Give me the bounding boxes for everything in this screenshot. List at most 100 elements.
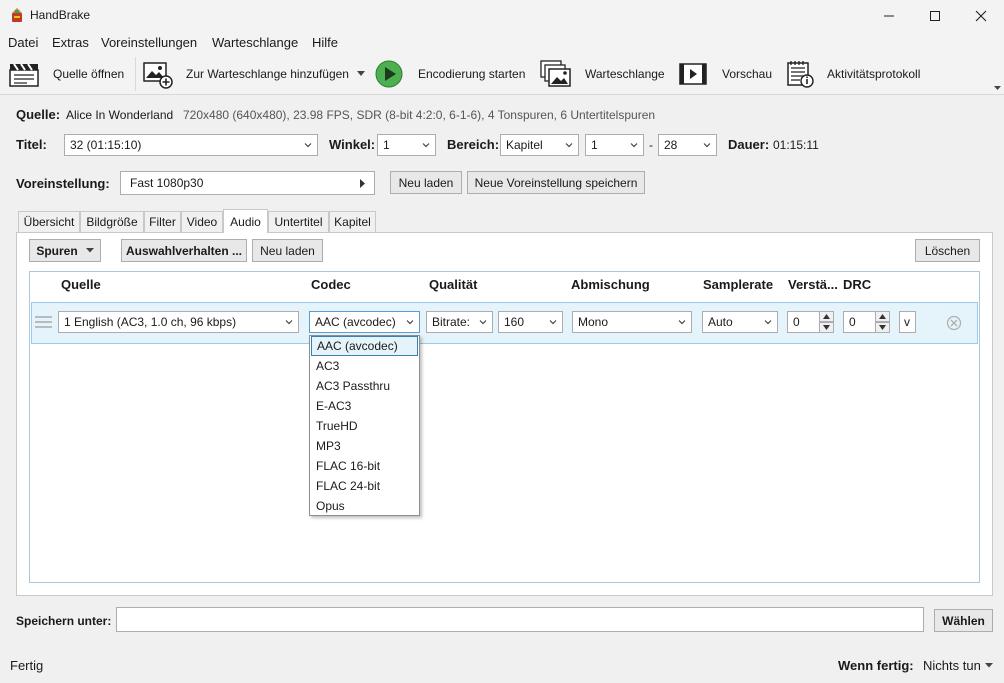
codec-option-flac-16[interactable]: FLAC 16-bit — [311, 456, 418, 476]
track-samplerate-select[interactable]: Auto — [702, 311, 778, 333]
stepper-down-button[interactable] — [819, 322, 834, 333]
audio-reload-button[interactable]: Neu laden — [252, 239, 323, 262]
preset-selector-value: Fast 1080p30 — [130, 176, 204, 190]
title-select[interactable]: 32 (01:15:10) — [64, 134, 318, 156]
save-new-preset-button[interactable]: Neue Voreinstellung speichern — [467, 171, 645, 194]
open-source-button[interactable]: Quelle öffnen — [53, 67, 124, 81]
track-drc-value: 0 — [849, 315, 856, 329]
codec-option-aac-avcodec[interactable]: AAC (avcodec) — [311, 336, 418, 356]
clapperboard-icon[interactable] — [9, 61, 39, 87]
stepper-down-button[interactable] — [875, 322, 890, 333]
add-to-queue-button[interactable]: Zur Warteschlange hinzufügen — [186, 67, 349, 81]
column-header-source: Quelle — [61, 277, 101, 292]
tab-kapitel[interactable]: Kapitel — [329, 211, 376, 232]
chevron-down-icon — [85, 248, 94, 253]
duration-label: Dauer: — [728, 137, 770, 152]
source-name: Alice In Wonderland — [66, 108, 174, 122]
codec-option-opus[interactable]: Opus — [311, 496, 418, 516]
maximize-button[interactable] — [912, 0, 958, 31]
track-more-toggle-label: v — [904, 315, 910, 329]
when-done-select[interactable]: Nichts tun — [923, 658, 993, 673]
menu-warteschlange[interactable]: Warteschlange — [212, 35, 298, 50]
range-start-select[interactable]: 1 — [585, 134, 644, 156]
angle-select-value: 1 — [383, 138, 390, 152]
minimize-button[interactable] — [866, 0, 912, 31]
play-icon[interactable] — [375, 60, 403, 88]
codec-option-e-ac3[interactable]: E-AC3 — [311, 396, 418, 416]
codec-option-ac3-passthru[interactable]: AC3 Passthru — [311, 376, 418, 396]
tab-untertitel[interactable]: Untertitel — [268, 211, 329, 232]
range-type-value: Kapitel — [506, 138, 543, 152]
save-path-input[interactable] — [116, 607, 924, 632]
source-label: Quelle: — [16, 107, 61, 122]
track-mixdown-select[interactable]: Mono — [572, 311, 692, 333]
menu-datei[interactable]: Datei — [8, 35, 38, 50]
chevron-down-icon — [678, 320, 686, 325]
tab-ubersicht[interactable]: Übersicht — [18, 211, 80, 232]
tab-video[interactable]: Video — [181, 211, 223, 232]
delete-tracks-button[interactable]: Löschen — [915, 239, 980, 262]
toolbar-separator — [135, 57, 136, 91]
track-source-select[interactable]: 1 English (AC3, 1.0 ch, 96 kbps) — [58, 311, 299, 333]
toolbar-overflow-icon[interactable] — [994, 86, 1001, 91]
preset-selector[interactable]: Fast 1080p30 — [120, 171, 375, 195]
selection-behavior-button[interactable]: Auswahlverhalten ... — [121, 239, 247, 262]
chevron-down-icon[interactable] — [357, 71, 365, 77]
codec-dropdown-list: AAC (avcodec) AC3 AC3 Passthru E-AC3 Tru… — [309, 335, 420, 516]
when-done-label: Wenn fertig: — [838, 658, 914, 673]
tab-bildgrosse[interactable]: Bildgröße — [80, 211, 144, 232]
angle-select[interactable]: 1 — [377, 134, 436, 156]
queue-button[interactable]: Warteschlange — [585, 67, 665, 81]
menu-voreinstellungen[interactable]: Voreinstellungen — [101, 35, 197, 50]
arrow-down-icon — [879, 325, 886, 330]
track-mixdown-value: Mono — [578, 315, 609, 329]
preview-button[interactable]: Vorschau — [722, 67, 772, 81]
add-to-queue-icon[interactable] — [143, 61, 173, 89]
window-title: HandBrake — [30, 8, 91, 22]
chevron-right-icon — [360, 179, 365, 188]
angle-label: Winkel: — [329, 137, 376, 152]
chevron-down-icon — [304, 143, 312, 148]
activity-log-button[interactable]: Aktivitätsprotokoll — [827, 67, 920, 81]
stepper-up-button[interactable] — [819, 311, 834, 322]
codec-option-flac-24[interactable]: FLAC 24-bit — [311, 476, 418, 496]
chevron-down-icon — [703, 143, 711, 148]
title-label: Titel: — [16, 137, 47, 152]
preview-icon[interactable] — [679, 61, 707, 87]
queue-icon[interactable] — [540, 60, 572, 88]
range-type-select[interactable]: Kapitel — [500, 134, 579, 156]
handbrake-logo-icon — [12, 8, 22, 22]
track-bitrate-select[interactable]: 160 — [498, 311, 563, 333]
remove-track-icon[interactable] — [946, 315, 962, 331]
range-end-select[interactable]: 28 — [658, 134, 717, 156]
title-select-value: 32 (01:15:10) — [70, 138, 142, 152]
chevron-down-icon — [285, 320, 293, 325]
chevron-down-icon — [422, 143, 430, 148]
tracks-button[interactable]: Spuren — [29, 239, 101, 262]
chevron-down-icon — [764, 320, 772, 325]
browse-button[interactable]: Wählen — [934, 609, 993, 632]
stepper-up-button[interactable] — [875, 311, 890, 322]
track-gain-stepper[interactable]: 0 — [787, 311, 834, 333]
track-codec-select[interactable]: AAC (avcodec) — [309, 311, 420, 333]
track-quality-mode-select[interactable]: Bitrate: — [426, 311, 493, 333]
chevron-down-icon — [984, 663, 993, 668]
track-more-toggle[interactable]: v — [899, 311, 916, 333]
range-end-value: 28 — [664, 138, 678, 152]
activity-log-icon[interactable] — [786, 60, 814, 88]
close-button[interactable] — [958, 0, 1004, 31]
codec-option-ac3[interactable]: AC3 — [311, 356, 418, 376]
status-text: Fertig — [10, 658, 44, 673]
drag-handle-icon[interactable] — [35, 316, 52, 328]
codec-option-mp3[interactable]: MP3 — [311, 436, 418, 456]
tab-audio[interactable]: Audio — [223, 209, 268, 233]
menu-hilfe[interactable]: Hilfe — [312, 35, 338, 50]
start-encoding-button[interactable]: Encodierung starten — [418, 67, 525, 81]
chevron-down-icon — [406, 320, 414, 325]
chevron-down-icon — [479, 320, 487, 325]
tab-filter[interactable]: Filter — [144, 211, 181, 232]
preset-reload-button[interactable]: Neu laden — [390, 171, 462, 194]
track-drc-stepper[interactable]: 0 — [843, 311, 890, 333]
codec-option-truehd[interactable]: TrueHD — [311, 416, 418, 436]
menu-extras[interactable]: Extras — [52, 35, 89, 50]
